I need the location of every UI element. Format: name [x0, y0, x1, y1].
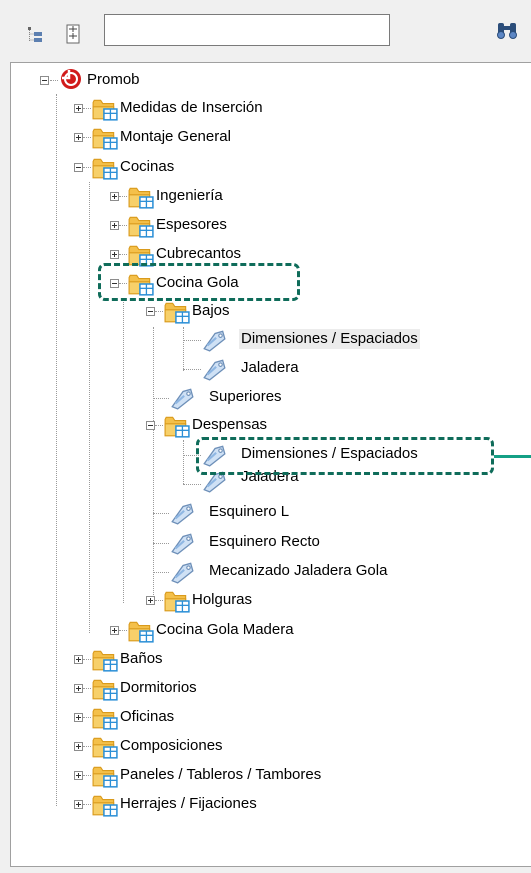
- tag-icon: [169, 386, 195, 410]
- tree-node-esquinero-recto[interactable]: Esquinero Recto: [0, 530, 400, 556]
- folder-icon: [92, 706, 118, 730]
- folder-icon: [92, 735, 118, 759]
- tree-node-composiciones[interactable]: Composiciones: [0, 734, 400, 760]
- tree-node-ingenieria[interactable]: Ingeniería: [0, 184, 400, 210]
- collapse-toggle[interactable]: [74, 163, 83, 172]
- highlight-callout-dimensiones-espaciados: [196, 437, 494, 475]
- tree-label: Esquinero L: [209, 503, 290, 520]
- folder-icon: [164, 589, 190, 613]
- tree-node-medidas-insercion[interactable]: Medidas de Inserción: [0, 96, 400, 122]
- expand-toggle[interactable]: [110, 250, 119, 259]
- tree-label: Medidas de Inserción: [120, 99, 263, 116]
- tree-label: Jaladera: [241, 359, 299, 376]
- folder-icon: [92, 97, 118, 121]
- tree-label: Bajos: [192, 302, 230, 319]
- tree-node-despensas[interactable]: Despensas: [0, 413, 400, 439]
- folder-icon: [92, 156, 118, 180]
- tree-label: Espesores: [156, 216, 227, 233]
- tree-label: Holguras: [192, 591, 253, 608]
- tree-node-cocinas[interactable]: Cocinas: [0, 155, 400, 181]
- tree-label: Esquinero Recto: [209, 533, 320, 550]
- tag-icon: [201, 357, 227, 381]
- tree-node-holguras[interactable]: Holguras: [0, 588, 400, 614]
- collapse-toggle[interactable]: [146, 307, 155, 316]
- tree-node-herrajes-fijaciones[interactable]: Herrajes / Fijaciones: [0, 792, 400, 818]
- tree-node-cocina-gola-madera[interactable]: Cocina Gola Madera: [0, 618, 400, 644]
- tree-label: Ingeniería: [156, 187, 223, 204]
- tree-label: Montaje General: [120, 128, 231, 145]
- expand-toggle[interactable]: [74, 742, 83, 751]
- folder-icon: [92, 677, 118, 701]
- tree-label: Dimensiones / Espaciados: [239, 329, 420, 349]
- folder-icon: [164, 414, 190, 438]
- expand-toggle[interactable]: [74, 684, 83, 693]
- tree-label: Dormitorios: [120, 679, 197, 696]
- tree-node-esquinero-l[interactable]: Esquinero L: [0, 500, 400, 526]
- collapse-toggle[interactable]: [40, 76, 49, 85]
- promob-logo-icon: [61, 69, 81, 89]
- tree-node-montaje-general[interactable]: Montaje General: [0, 125, 400, 151]
- tree-node-mecanizado-jaladera-gola[interactable]: Mecanizado Jaladera Gola: [0, 559, 480, 585]
- tree-label: Herrajes / Fijaciones: [120, 795, 257, 812]
- tree-node-banos[interactable]: Baños: [0, 647, 400, 673]
- tree-label: Composiciones: [120, 737, 223, 754]
- tree-node-espesores[interactable]: Espesores: [0, 213, 400, 239]
- folder-icon: [128, 185, 154, 209]
- expand-toggle[interactable]: [74, 771, 83, 780]
- expand-toggle[interactable]: [110, 192, 119, 201]
- expand-toggle[interactable]: [74, 655, 83, 664]
- tree-node-promob[interactable]: Promob: [0, 68, 200, 94]
- tree-node-superiores[interactable]: Superiores: [0, 385, 400, 411]
- tree-label: Promob: [87, 71, 140, 88]
- tree-node-dormitorios[interactable]: Dormitorios: [0, 676, 400, 702]
- expand-toggle[interactable]: [110, 626, 119, 635]
- folder-icon: [128, 619, 154, 643]
- expand-toggle[interactable]: [110, 221, 119, 230]
- folder-icon: [92, 793, 118, 817]
- collapse-toggle[interactable]: [146, 421, 155, 430]
- tree-node-dimensiones-espaciados[interactable]: Dimensiones / Espaciados: [0, 327, 480, 353]
- tree-label: Mecanizado Jaladera Gola: [209, 562, 388, 579]
- tag-icon: [201, 328, 227, 352]
- tree-node-bajos[interactable]: Bajos: [0, 299, 400, 325]
- tree-label: Oficinas: [120, 708, 175, 725]
- folder-icon: [92, 126, 118, 150]
- folder-icon: [92, 764, 118, 788]
- tag-icon: [169, 501, 195, 525]
- tree-label: Cocina Gola Madera: [156, 621, 294, 638]
- folder-icon: [128, 214, 154, 238]
- expand-toggle[interactable]: [146, 596, 155, 605]
- tree-node-oficinas[interactable]: Oficinas: [0, 705, 400, 731]
- tree-label: Superiores: [209, 388, 282, 405]
- tree-label: Paneles / Tableros / Tambores: [120, 766, 322, 783]
- tree-label: Despensas: [192, 416, 268, 433]
- callout-pointer-line: [494, 455, 531, 458]
- expand-toggle[interactable]: [74, 800, 83, 809]
- tree-node-jaladera[interactable]: Jaladera: [0, 356, 400, 382]
- tree-label: Cocinas: [120, 158, 175, 175]
- folder-icon: [164, 300, 190, 324]
- expand-toggle[interactable]: [74, 104, 83, 113]
- tree-label: Cubrecantos: [156, 245, 242, 262]
- tree-node-paneles-tableros-tambores[interactable]: Paneles / Tableros / Tambores: [0, 763, 450, 789]
- tag-icon: [169, 531, 195, 555]
- expand-toggle[interactable]: [74, 133, 83, 142]
- folder-icon: [92, 648, 118, 672]
- highlight-callout-cocina-gola: [98, 263, 300, 301]
- tree-label: Baños: [120, 650, 163, 667]
- expand-toggle[interactable]: [74, 713, 83, 722]
- tag-icon: [169, 560, 195, 584]
